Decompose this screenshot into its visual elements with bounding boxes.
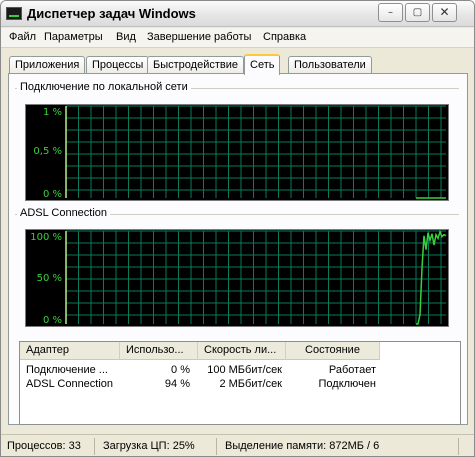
col-header-usage[interactable]: Использо... — [120, 342, 198, 360]
tab-applications[interactable]: Приложения — [9, 56, 86, 74]
adsl-y-label-min: 0 % — [42, 315, 62, 326]
task-manager-app-icon — [6, 7, 22, 20]
tab-performance[interactable]: Быстродействие — [147, 56, 244, 74]
row-adapter: Подключение ... — [26, 364, 108, 376]
lan-y-label-min: 0 % — [42, 189, 62, 200]
tab-network[interactable]: Сеть — [244, 54, 281, 75]
lan-y-label-max: 1 % — [42, 107, 62, 118]
adsl-y-label-mid: 50 % — [36, 273, 62, 284]
tab-users[interactable]: Пользователи — [288, 56, 372, 74]
row-adapter: ADSL Connection — [26, 378, 114, 390]
adsl-graph-plot — [65, 230, 447, 325]
status-cpu: Загрузка ЦП: 25% — [99, 438, 217, 455]
row-usage: 94 % — [164, 378, 190, 390]
task-manager-window: Диспетчер задач Windows – ▢ ✕ Файл Парам… — [0, 0, 475, 457]
maximize-button[interactable]: ▢ — [405, 3, 430, 22]
tab-processes[interactable]: Процессы — [86, 56, 150, 74]
status-bar: Процессов: 33 Загрузка ЦП: 25% Выделение… — [1, 434, 474, 456]
tab-strip: Приложения Процессы Быстродействие Сеть … — [1, 54, 474, 75]
menu-file[interactable]: Файл — [9, 31, 36, 43]
row-state: Работает — [328, 364, 376, 376]
menu-view[interactable]: Вид — [116, 31, 136, 43]
row-speed: 2 МБбит/сек — [219, 378, 282, 390]
adsl-graph-title: ADSL Connection — [17, 207, 111, 219]
menu-options[interactable]: Параметры — [44, 31, 103, 43]
menu-shutdown[interactable]: Завершение работы — [147, 31, 251, 43]
lan-graph-title: Подключение по локальной сети — [17, 81, 191, 93]
status-processes: Процессов: 33 — [3, 438, 95, 455]
adsl-y-label-max: 100 % — [30, 232, 62, 243]
col-header-state[interactable]: Состояние — [286, 342, 380, 360]
lan-graph: 1 % 0,5 % 0 % — [25, 104, 449, 201]
row-state: Подключен — [318, 378, 377, 390]
minimize-button[interactable]: – — [378, 3, 403, 22]
window-title: Диспетчер задач Windows — [27, 6, 196, 21]
lan-graph-plot — [65, 105, 446, 199]
adsl-graph-group: ADSL Connection — [15, 207, 459, 219]
col-header-adapter[interactable]: Адаптер — [20, 342, 120, 360]
adapters-table[interactable]: Адаптер Использо... Скорость ли... Состо… — [19, 341, 461, 425]
status-memory: Выделение памяти: 872МБ / 6 — [221, 438, 459, 455]
menu-bar: Файл Параметры Вид Завершение работы Спр… — [1, 28, 474, 48]
menu-help[interactable]: Справка — [263, 31, 306, 43]
col-header-speed[interactable]: Скорость ли... — [198, 342, 286, 360]
adsl-graph: 100 % 50 % 0 % — [25, 229, 449, 327]
row-speed: 100 МБбит/сек — [207, 364, 282, 376]
title-bar[interactable]: Диспетчер задач Windows – ▢ ✕ — [1, 1, 474, 27]
row-usage: 0 % — [171, 364, 190, 376]
close-button[interactable]: ✕ — [432, 3, 457, 22]
lan-y-label-mid: 0,5 % — [33, 146, 62, 157]
lan-graph-group: Подключение по локальной сети — [15, 81, 459, 93]
